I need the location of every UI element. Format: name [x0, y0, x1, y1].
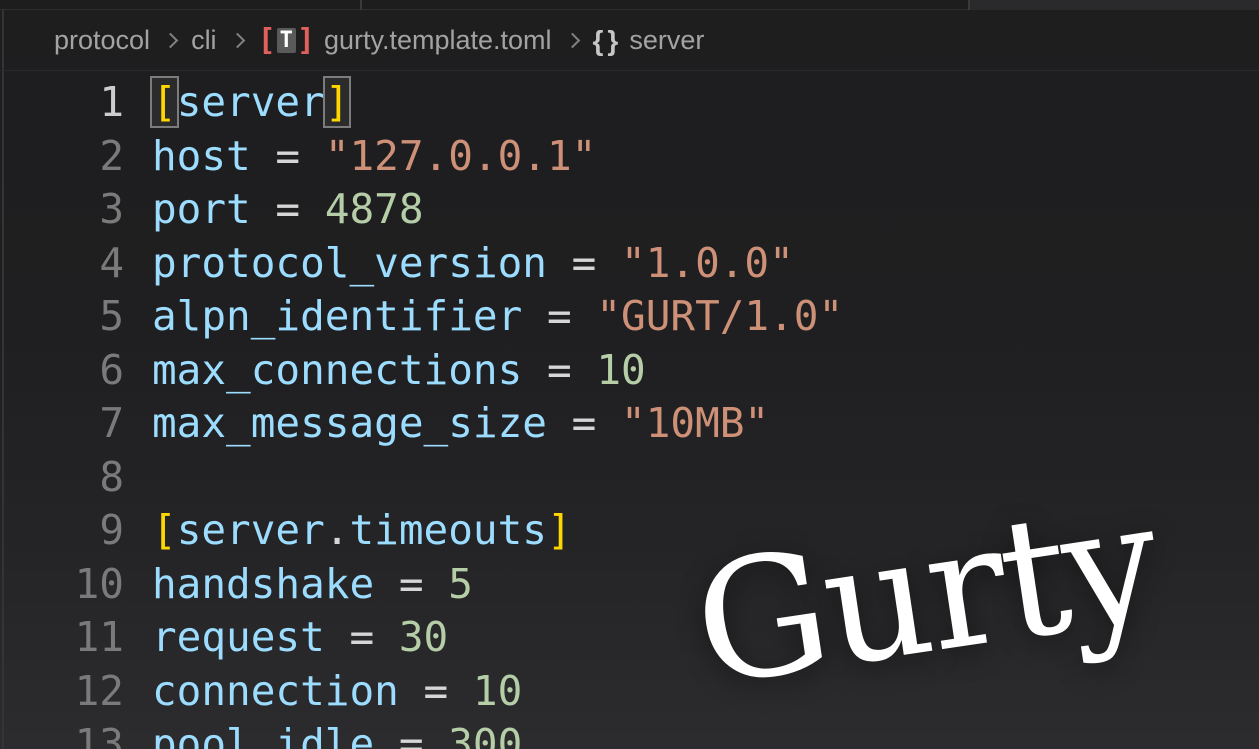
line-number: 8 — [0, 451, 124, 505]
line-number: 10 — [0, 558, 124, 612]
line-number: 7 — [0, 397, 124, 451]
tab-separator — [360, 0, 362, 10]
token-str: "1.0.0" — [621, 239, 794, 287]
token-num: 30 — [399, 613, 448, 661]
code-line[interactable]: 6 max_connections = 10 — [0, 344, 1259, 398]
code-line[interactable]: 4 protocol_version = "1.0.0" — [0, 237, 1259, 291]
token-num: 10 — [596, 346, 645, 394]
code-text: connection = 10 — [152, 665, 522, 719]
code-text: host = "127.0.0.1" — [152, 130, 596, 184]
token-str: "127.0.0.1" — [325, 132, 597, 180]
code-text: max_message_size = "10MB" — [152, 397, 769, 451]
line-number: 6 — [0, 344, 124, 398]
breadcrumb-item-protocol[interactable]: protocol — [54, 25, 150, 56]
token-key: host — [152, 132, 251, 180]
line-number: 1 — [0, 76, 124, 130]
code-line[interactable]: 12 connection = 10 — [0, 665, 1259, 719]
line-number: 12 — [0, 665, 124, 719]
code-text: handshake = 5 — [152, 558, 473, 612]
line-number: 9 — [0, 504, 124, 558]
code-text: request = 30 — [152, 611, 448, 665]
breadcrumb-item-cli[interactable]: cli — [191, 25, 217, 56]
token-pun: = — [399, 667, 473, 715]
tab-bar-empty-area — [970, 0, 1259, 10]
breadcrumb-item-server-symbol[interactable]: server — [629, 25, 704, 56]
token-pun: = — [251, 185, 325, 233]
code-text: pool_idle = 300 — [152, 718, 522, 749]
object-symbol-icon: {} — [593, 25, 623, 57]
token-pun: = — [547, 399, 621, 447]
vscode-window: protocol cli [T] gurty.template.toml {} … — [0, 0, 1259, 749]
token-pun: = — [522, 346, 596, 394]
code-text: protocol_version = "1.0.0" — [152, 237, 794, 291]
code-line[interactable]: 2 host = "127.0.0.1" — [0, 130, 1259, 184]
line-number: 13 — [0, 718, 124, 749]
token-key: alpn_identifier — [152, 292, 522, 340]
token-pun: = — [374, 720, 448, 749]
token-key: server — [177, 78, 325, 126]
code-text: port = 4878 — [152, 183, 424, 237]
token-str: "10MB" — [621, 399, 769, 447]
code-line[interactable]: 1 [server] — [0, 76, 1259, 130]
token-brk: [ — [152, 506, 177, 554]
token-pun: = — [251, 132, 325, 180]
token-brk: [ — [152, 78, 177, 126]
token-key: max_message_size — [152, 399, 547, 447]
toml-icon-bracket: ] — [297, 26, 315, 56]
token-num: 5 — [448, 560, 473, 608]
tab-bar-strip — [0, 0, 1259, 10]
token-key: pool_idle — [152, 720, 374, 749]
token-num: 300 — [448, 720, 522, 749]
toml-icon-bracket: [ — [258, 26, 276, 56]
code-line[interactable]: 7 max_message_size = "10MB" — [0, 397, 1259, 451]
token-key: timeouts — [349, 506, 546, 554]
token-brk: ] — [547, 506, 572, 554]
line-number: 4 — [0, 237, 124, 291]
token-key: port — [152, 185, 251, 233]
breadcrumb: protocol cli [T] gurty.template.toml {} … — [0, 11, 1259, 71]
token-key: handshake — [152, 560, 374, 608]
token-brk: ] — [325, 78, 350, 126]
token-pun: . — [325, 506, 350, 554]
toml-icon-letter: T — [277, 28, 296, 53]
code-line[interactable]: 13 pool_idle = 300 — [0, 718, 1259, 749]
tab-separator — [968, 0, 970, 10]
token-key: request — [152, 613, 325, 661]
chevron-right-icon — [163, 33, 179, 49]
line-number: 3 — [0, 183, 124, 237]
chevron-right-icon — [564, 33, 580, 49]
token-pun: = — [522, 292, 596, 340]
token-key: connection — [152, 667, 399, 715]
chevron-right-icon — [229, 33, 245, 49]
token-key: protocol_version — [152, 239, 547, 287]
code-text: [server] — [152, 76, 349, 130]
token-num: 10 — [473, 667, 522, 715]
token-pun: = — [547, 239, 621, 287]
line-number: 2 — [0, 130, 124, 184]
token-pun: = — [325, 613, 399, 661]
code-line[interactable]: 5 alpn_identifier = "GURT/1.0" — [0, 290, 1259, 344]
line-number: 5 — [0, 290, 124, 344]
code-text: max_connections = 10 — [152, 344, 646, 398]
token-num: 4878 — [325, 185, 424, 233]
token-str: "GURT/1.0" — [596, 292, 843, 340]
token-key: server — [177, 506, 325, 554]
code-line[interactable]: 3 port = 4878 — [0, 183, 1259, 237]
code-text: [server.timeouts] — [152, 504, 572, 558]
code-text: alpn_identifier = "GURT/1.0" — [152, 290, 843, 344]
line-number: 11 — [0, 611, 124, 665]
token-key: max_connections — [152, 346, 522, 394]
token-pun: = — [374, 560, 448, 608]
toml-file-icon: [T] — [258, 26, 315, 56]
breadcrumb-item-filename[interactable]: gurty.template.toml — [324, 25, 552, 56]
